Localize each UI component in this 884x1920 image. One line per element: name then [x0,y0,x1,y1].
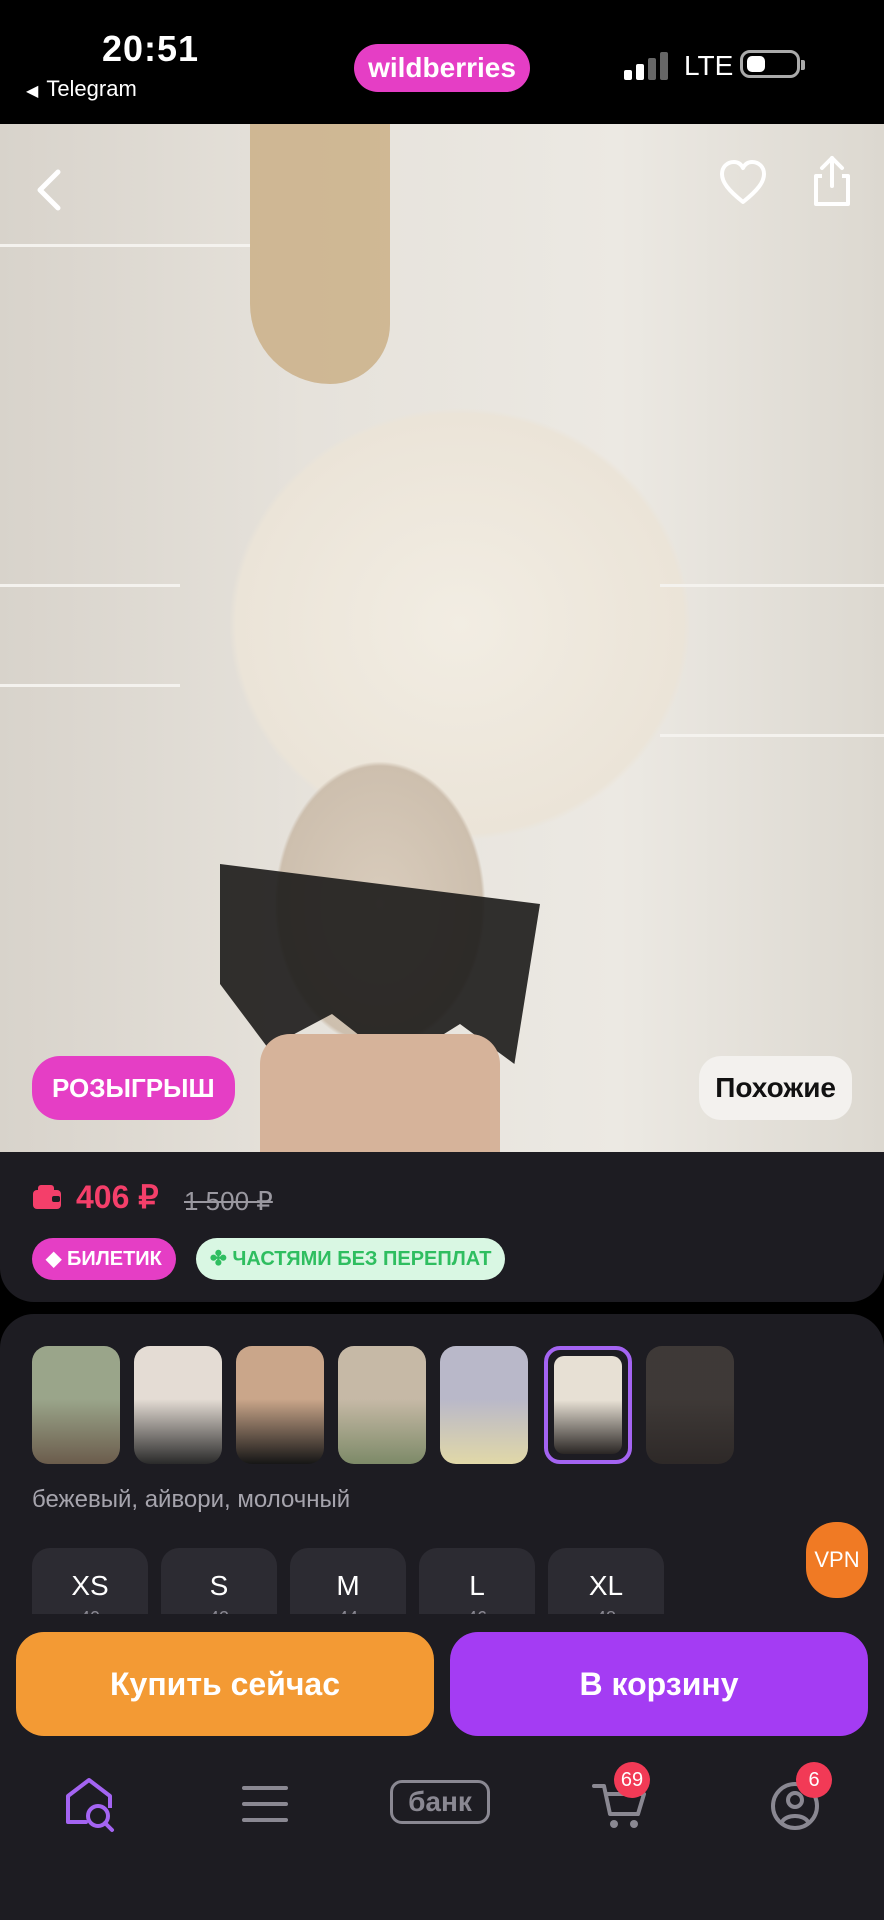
back-triangle-icon: ◀ [26,83,39,100]
color-thumbnail[interactable] [236,1346,324,1464]
size-label: XL [588,1570,624,1601]
back-app-label: Telegram [46,76,137,101]
profile-tab[interactable]: 6 [760,1762,832,1834]
bank-tab[interactable]: банк [390,1774,494,1834]
similar-button[interactable]: Похожие [699,1056,852,1120]
price-card: 406 ₽ 1 500 ₽ ◆ БИЛЕТИК ✤ ЧАСТЯМИ БЕЗ ПЕ… [0,1152,884,1302]
size-label: L [469,1570,485,1601]
bottom-nav: банк 69 6 [0,1744,884,1920]
chevron-left-icon[interactable] [30,160,70,220]
ticket-badge[interactable]: ◆ БИЛЕТИК [32,1238,176,1280]
model-legs [260,1034,500,1152]
current-price: 406 ₽ [76,1179,159,1215]
wall-molding [0,584,180,587]
size-label: XS [71,1570,109,1601]
color-thumbnail[interactable] [134,1346,222,1464]
installments-label: ЧАСТЯМИ БЕЗ ПЕРЕПЛАТ [232,1248,492,1270]
ticket-label: БИЛЕТИК [66,1248,162,1270]
cart-count-badge: 69 [614,1762,650,1798]
status-bar: 20:51 ◀ Telegram wildberries LTE [0,0,884,124]
menu-icon[interactable] [230,1774,300,1834]
old-price: 1 500 ₽ [184,1186,273,1216]
ticket-icon: ◆ [46,1248,62,1270]
add-to-cart-button[interactable]: В корзину [450,1632,868,1736]
variant-card: бежевый, айвори, молочный XS 40 S 42 M 4… [0,1314,884,1628]
color-thumbnail[interactable] [32,1346,120,1464]
heart-icon[interactable] [718,158,768,208]
wall-molding [0,684,180,687]
model-hair [250,124,390,384]
clover-icon: ✤ [210,1248,227,1270]
brand-logo: wildberries [354,44,530,92]
battery-icon [740,50,805,78]
size-label: M [336,1570,360,1601]
color-thumbnail[interactable] [544,1346,632,1464]
buy-now-button[interactable]: Купить сейчас [16,1632,434,1736]
wallet-icon [33,1185,61,1209]
color-thumbnail[interactable] [646,1346,734,1464]
bank-icon: банк [390,1780,490,1824]
color-thumbnail[interactable] [440,1346,528,1464]
home-search-icon[interactable] [56,1774,126,1834]
status-time: 20:51 [102,28,200,69]
wall-molding [660,734,884,737]
network-type: LTE [684,50,734,81]
bank-label: банк [408,1786,472,1817]
action-bar: Купить сейчас В корзину [0,1614,884,1744]
wall-molding [0,244,250,247]
color-thumbnail[interactable] [338,1346,426,1464]
wall-molding [660,584,884,587]
raffle-badge[interactable]: РОЗЫГРЫШ [32,1056,235,1120]
cart-tab[interactable]: 69 [586,1762,656,1834]
back-to-app-link[interactable]: ◀ Telegram [26,76,137,102]
installments-badge[interactable]: ✤ ЧАСТЯМИ БЕЗ ПЕРЕПЛАТ [196,1238,506,1280]
size-label: S [209,1570,229,1601]
vpn-button[interactable]: VPN [806,1522,868,1598]
share-icon[interactable] [808,152,856,210]
signal-icon [624,50,668,80]
color-description: бежевый, айвори, молочный [32,1486,351,1513]
product-image[interactable]: РОЗЫГРЫШ Похожие [0,124,884,1152]
profile-count-badge: 6 [796,1762,832,1798]
